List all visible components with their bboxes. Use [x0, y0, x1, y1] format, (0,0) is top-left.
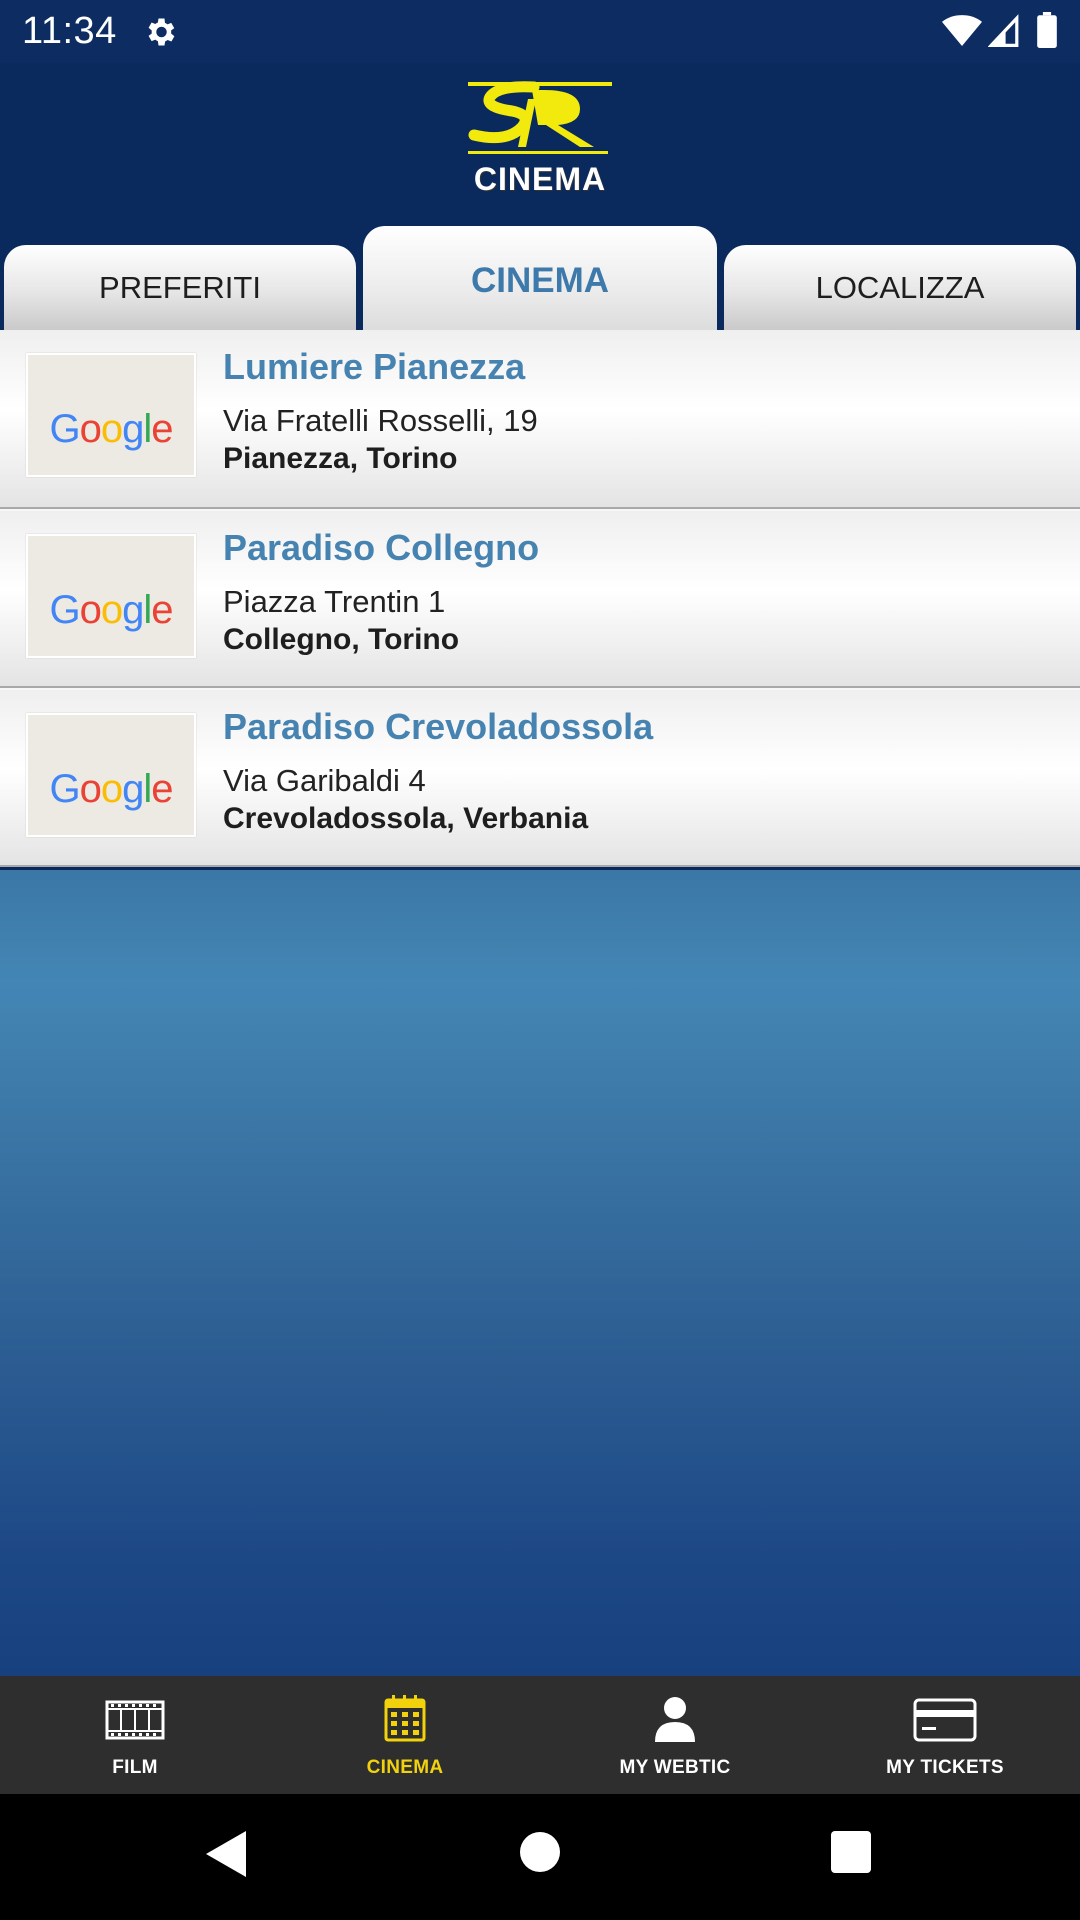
status-bar: 11:34: [0, 0, 1080, 63]
user-icon: [655, 1697, 695, 1742]
nav-cinema[interactable]: CINEMA: [270, 1676, 540, 1794]
nav-my-webtic[interactable]: MY WEBTIC: [540, 1676, 810, 1794]
logo-text: CINEMA: [473, 161, 607, 197]
cinema-name: Paradiso Crevoladossola: [223, 706, 654, 747]
content-background: [0, 870, 1080, 1676]
app-root: 11:34 CINEMA PREFERITI CINEMA LOCALIZZA …: [0, 0, 1080, 1920]
cinema-thumbnail: Google: [26, 534, 196, 658]
cinema-city: Pianezza, Torino: [223, 442, 458, 475]
sr-cinema-logo: CINEMA: [462, 75, 618, 197]
cinema-row-paradiso-collegno[interactable]: Google Paradiso Collegno Piazza Trentin …: [0, 509, 1080, 688]
gear-icon: [148, 18, 175, 46]
back-icon[interactable]: [204, 1829, 248, 1879]
nav-cinema-label: CINEMA: [366, 1757, 444, 1778]
wifi-icon: [942, 15, 982, 46]
nav-my-tickets[interactable]: MY TICKETS: [810, 1676, 1080, 1794]
tab-preferiti[interactable]: PREFERITI: [4, 245, 356, 331]
cinema-calendar-icon: [384, 1695, 426, 1742]
app-header: CINEMA PREFERITI CINEMA LOCALIZZA: [0, 63, 1080, 331]
home-icon[interactable]: [520, 1832, 560, 1872]
cinema-address: Piazza Trentin 1: [223, 584, 446, 619]
film-icon: [105, 1700, 165, 1740]
cinema-row-paradiso-crevoladossola[interactable]: Google Paradiso Crevoladossola Via Garib…: [0, 688, 1080, 867]
google-logo: Google: [49, 588, 173, 632]
nav-film[interactable]: FILM: [0, 1676, 270, 1794]
cinema-city: Collegno, Torino: [223, 623, 460, 656]
bottom-nav: FILM CINEMA MY WEBTIC MY TICKETS: [0, 1676, 1080, 1794]
tab-cinema[interactable]: CINEMA: [363, 226, 717, 331]
tab-cinema-label: CINEMA: [470, 261, 610, 300]
cinema-thumbnail: Google: [26, 713, 196, 837]
tab-localizza-label: LOCALIZZA: [815, 270, 985, 305]
recent-apps-icon[interactable]: [831, 1831, 871, 1873]
card-icon: [913, 1698, 977, 1742]
tab-preferiti-label: PREFERITI: [99, 270, 261, 305]
cinema-thumbnail: Google: [26, 353, 196, 477]
cinema-address: Via Garibaldi 4: [223, 763, 426, 798]
signal-icon: [988, 14, 1019, 47]
system-nav-bar: [0, 1794, 1080, 1920]
nav-film-label: FILM: [112, 1757, 158, 1778]
cinema-address: Via Fratelli Rosselli, 19: [223, 403, 538, 438]
battery-icon: [1037, 12, 1057, 48]
nav-my-tickets-label: MY TICKETS: [886, 1757, 1004, 1778]
status-time: 11:34: [22, 10, 117, 52]
cinema-list: Google Lumiere Pianezza Via Fratelli Ros…: [0, 330, 1080, 867]
cinema-row-lumiere-pianezza[interactable]: Google Lumiere Pianezza Via Fratelli Ros…: [0, 330, 1080, 509]
cinema-name: Lumiere Pianezza: [223, 346, 526, 387]
nav-my-webtic-label: MY WEBTIC: [619, 1757, 731, 1778]
tab-localizza[interactable]: LOCALIZZA: [724, 245, 1076, 331]
google-logo: Google: [49, 407, 173, 451]
sr-monogram-icon: [468, 81, 612, 154]
cinema-name: Paradiso Collegno: [223, 527, 540, 568]
google-logo: Google: [49, 767, 173, 811]
cinema-city: Crevoladossola, Verbania: [223, 802, 589, 835]
